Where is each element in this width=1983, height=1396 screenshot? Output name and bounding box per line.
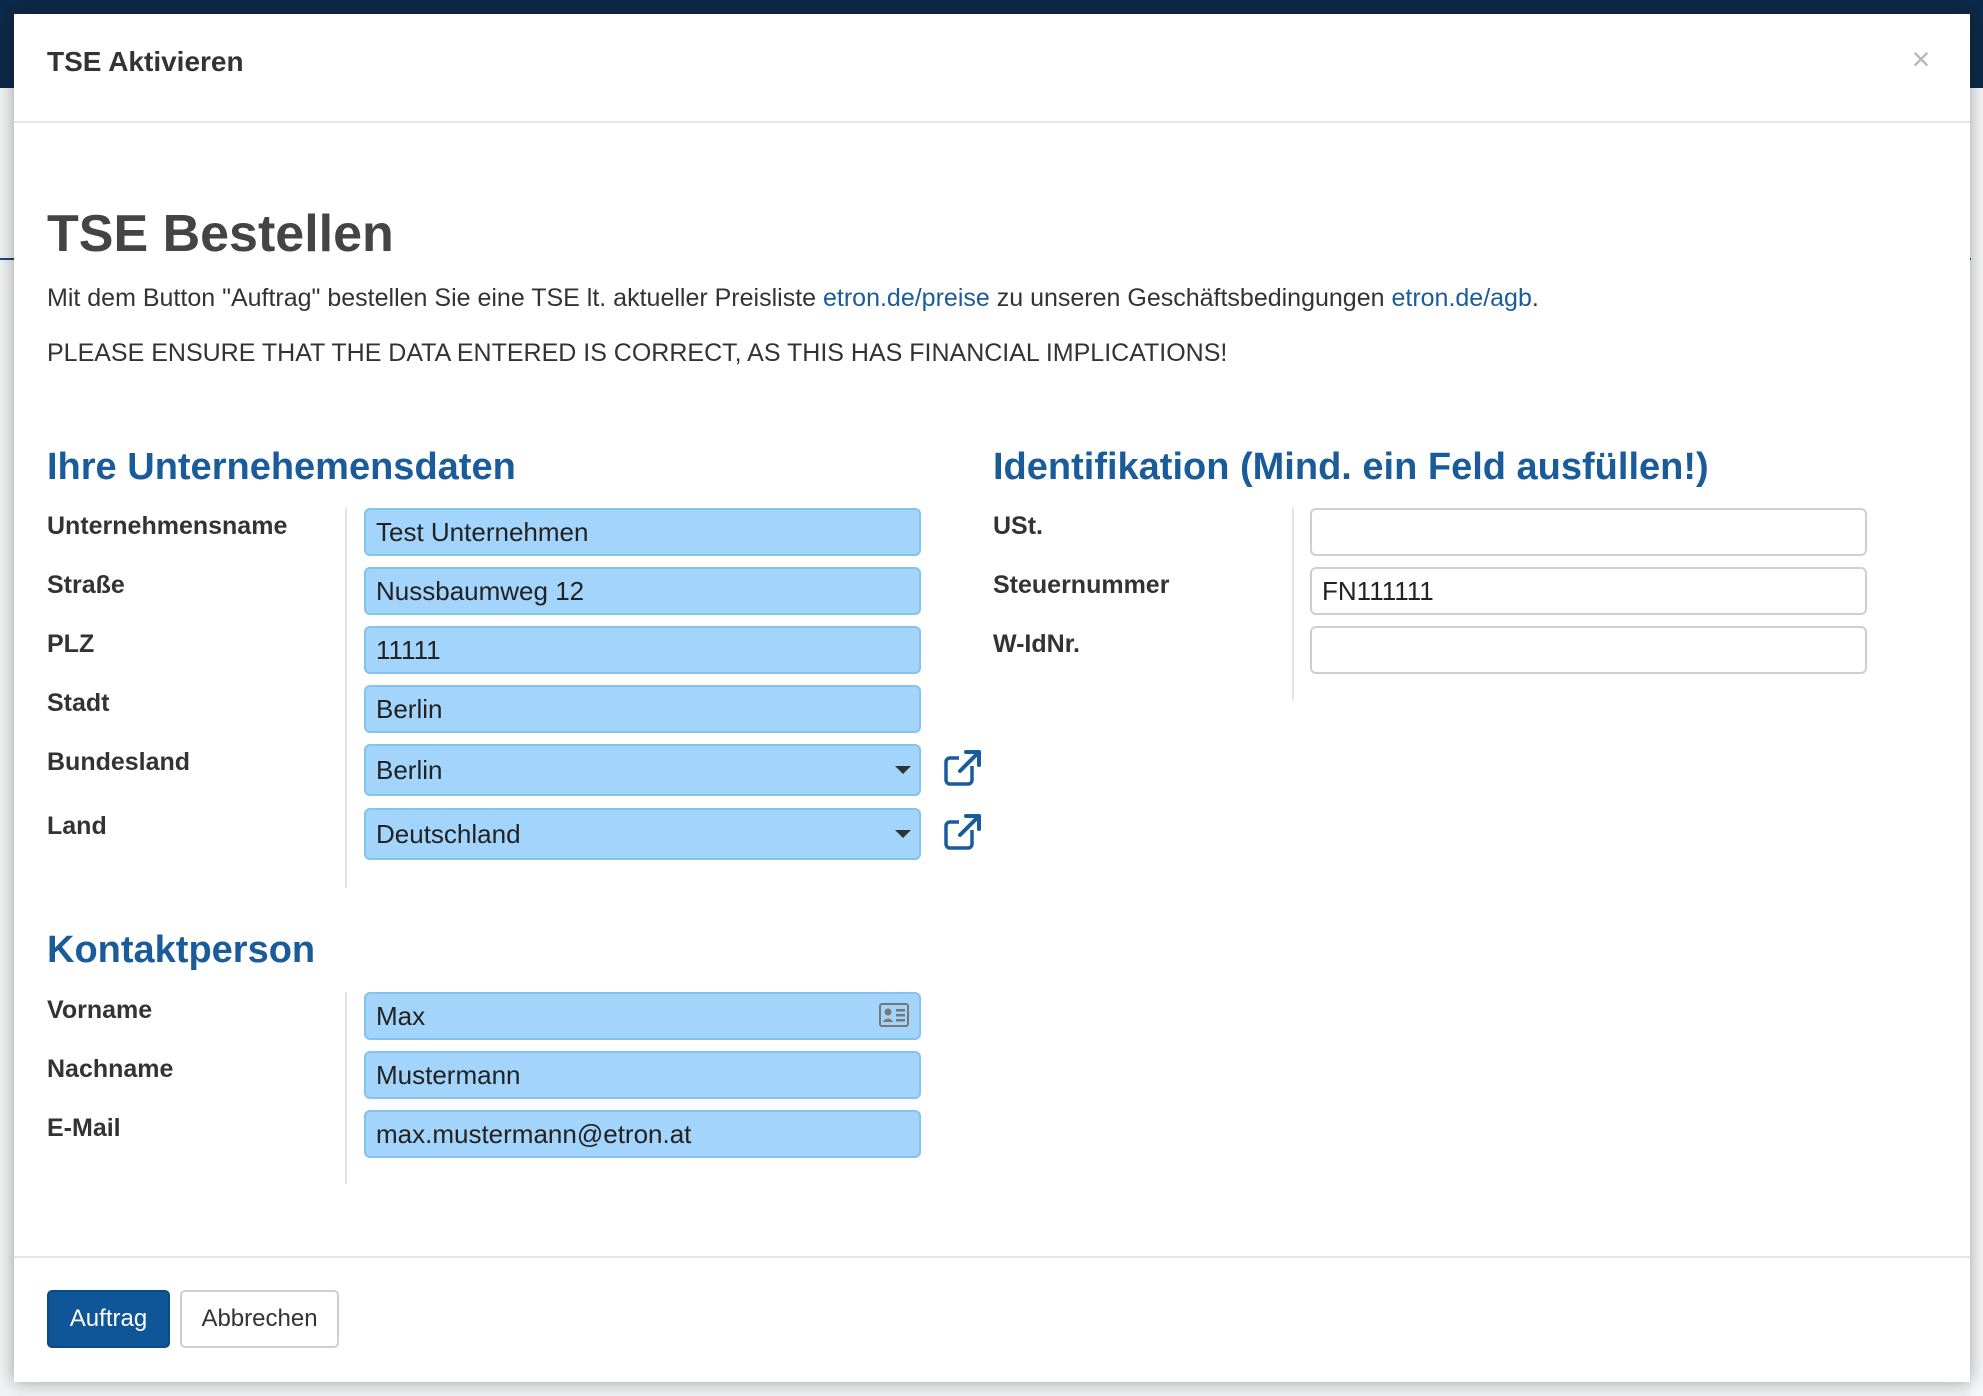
last-name-input[interactable]: Mustermann	[364, 1051, 921, 1099]
first-name-label: Vorname	[47, 996, 153, 1024]
first-name-value: Max	[376, 1001, 426, 1031]
modal-footer: Auftrag Abbrechen	[14, 1256, 1970, 1384]
zip-label: PLZ	[47, 630, 95, 658]
street-input[interactable]: Nussbaumweg 12	[364, 567, 921, 615]
identification-section-title: Identifikation (Mind. ein Feld ausfüllen…	[993, 446, 1709, 488]
country-select[interactable]: Deutschland	[364, 808, 921, 860]
terms-link[interactable]: etron.de/agb	[1391, 284, 1531, 312]
tse-activate-modal: TSE Aktivieren × TSE Bestellen Mit dem B…	[14, 14, 1970, 1382]
city-label: Stadt	[47, 689, 110, 717]
company-section-title: Ihre Unternehemensdaten	[47, 446, 516, 488]
business-id-input[interactable]	[1310, 626, 1867, 674]
modal-header: TSE Aktivieren ×	[14, 14, 1970, 123]
modal-title: TSE Aktivieren	[47, 46, 244, 77]
close-icon[interactable]: ×	[1906, 43, 1936, 75]
last-name-label: Nachname	[47, 1055, 174, 1083]
intro-text-before: Mit dem Button "Auftrag" bestellen Sie e…	[47, 284, 823, 312]
zip-input[interactable]: 11111	[364, 626, 921, 674]
email-input[interactable]: max.mustermann@etron.at	[364, 1110, 921, 1158]
warning-text: PLEASE ENSURE THAT THE DATA ENTERED IS C…	[47, 339, 1228, 367]
tax-number-label: Steuernummer	[993, 571, 1170, 599]
country-label: Land	[47, 812, 107, 840]
street-label: Straße	[47, 571, 125, 599]
external-link-icon[interactable]	[943, 812, 983, 852]
company-name-label: Unternehmensname	[47, 512, 288, 540]
identification-separator	[1292, 508, 1294, 700]
country-select-value: Deutschland	[376, 819, 521, 849]
page-title: TSE Bestellen	[47, 205, 394, 263]
business-id-label: W-IdNr.	[993, 630, 1080, 658]
vat-input[interactable]	[1310, 508, 1867, 556]
first-name-input[interactable]: Max	[364, 992, 921, 1040]
company-name-input[interactable]: Test Unternehmen	[364, 508, 921, 556]
vat-label: USt.	[993, 512, 1043, 540]
external-link-icon[interactable]	[943, 748, 983, 788]
chevron-down-icon	[895, 830, 911, 838]
cancel-button[interactable]: Abbrechen	[180, 1290, 339, 1348]
company-separator	[345, 508, 347, 888]
background-page-edge	[1971, 88, 1983, 1396]
intro-text-after: .	[1531, 284, 1539, 312]
tax-number-input[interactable]: FN111111	[1310, 567, 1867, 615]
contact-section-title: Kontaktperson	[47, 929, 316, 971]
email-label: E-Mail	[47, 1114, 121, 1142]
intro-text: Mit dem Button "Auftrag" bestellen Sie e…	[47, 284, 1539, 313]
background-nav-items	[0, 0, 20, 14]
state-label: Bundesland	[47, 748, 191, 776]
state-select[interactable]: Berlin	[364, 744, 921, 796]
intro-text-middle: zu unseren Geschäftsbedingungen	[989, 284, 1392, 312]
contact-separator	[345, 992, 347, 1184]
price-list-link[interactable]: etron.de/preise	[823, 284, 990, 312]
state-select-value: Berlin	[376, 755, 443, 785]
order-button[interactable]: Auftrag	[47, 1290, 170, 1348]
contact-card-icon[interactable]	[879, 1003, 909, 1027]
chevron-down-icon	[895, 766, 911, 774]
city-input[interactable]: Berlin	[364, 685, 921, 733]
